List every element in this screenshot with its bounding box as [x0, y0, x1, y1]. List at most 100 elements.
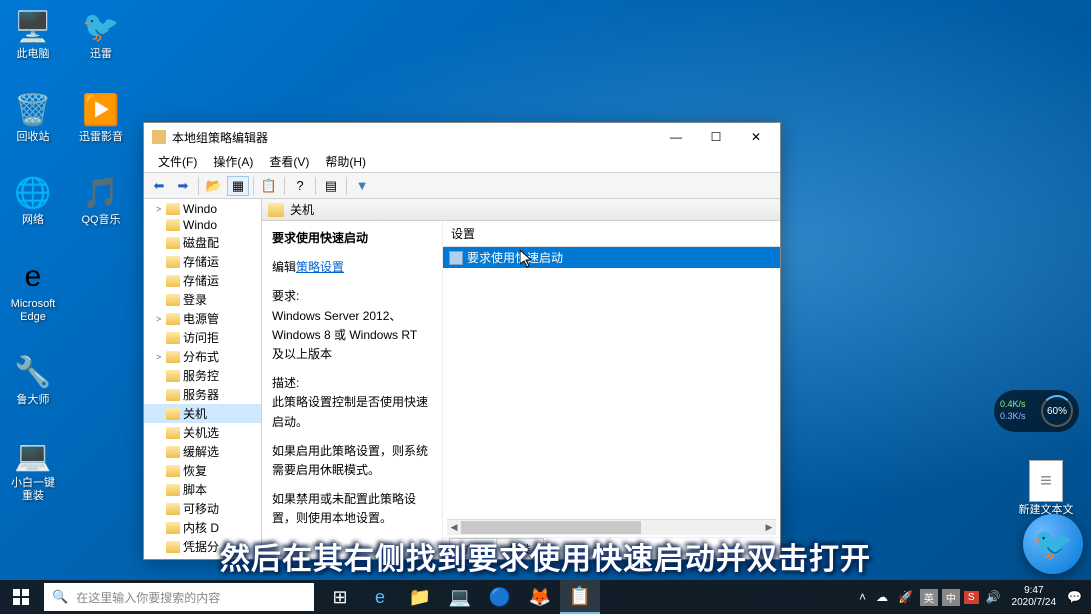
menu-item[interactable]: 操作(A)	[205, 151, 261, 172]
thunder-float-icon[interactable]: 🐦	[1023, 514, 1083, 574]
app-icon: 🖥️	[14, 8, 52, 46]
edit-policy-link[interactable]: 策略设置	[296, 260, 344, 274]
close-button[interactable]: ✕	[736, 124, 776, 150]
tree-item[interactable]: 凭据分	[144, 537, 261, 556]
tree-item[interactable]: 访问拒	[144, 328, 261, 347]
tree-item[interactable]: 存储运	[144, 252, 261, 271]
forward-button[interactable]: ➡	[172, 176, 194, 196]
tree-item[interactable]: 关机	[144, 404, 261, 423]
desktop-icon[interactable]: eMicrosoft Edge	[8, 258, 58, 324]
taskbar-gpedit[interactable]: 📋	[560, 580, 600, 614]
app-icon: ▶️	[82, 91, 120, 129]
list-header[interactable]: 设置	[443, 221, 780, 247]
description-column: 要求使用快速启动 编辑策略设置 要求:Windows Server 2012、W…	[262, 221, 442, 559]
tree-item[interactable]: 服务控	[144, 366, 261, 385]
desktop-icon[interactable]: 🌐网络	[8, 174, 58, 227]
start-button[interactable]	[0, 580, 42, 614]
tray-onedrive-icon[interactable]: ☁	[871, 590, 893, 604]
menu-item[interactable]: 帮助(H)	[317, 151, 374, 172]
desktop-icon[interactable]: 🔧鲁大师	[8, 354, 58, 407]
folder-icon	[166, 408, 180, 420]
expand-icon[interactable]: >	[156, 314, 166, 324]
desktop-icon[interactable]: ▶️迅雷影音	[76, 91, 126, 144]
content-title: 关机	[290, 201, 314, 218]
show-hide-button[interactable]: ▦	[227, 176, 249, 196]
desktop-icon[interactable]: 💻小白一键重装	[8, 437, 58, 503]
tree-pane[interactable]: >WindoWindo磁盘配存储运存储运登录>电源管访问拒>分布式服务控服务器关…	[144, 199, 262, 559]
app-icon: 💻	[14, 437, 52, 475]
tray-chevron-up-icon[interactable]: ˄	[854, 590, 871, 604]
desktop-icon[interactable]: 🐦迅雷	[76, 8, 126, 61]
titlebar[interactable]: 本地组策略编辑器 — ☐ ✕	[144, 123, 780, 151]
desktop-icon[interactable]: 🖥️此电脑	[8, 8, 58, 61]
desktop-icon[interactable]: 🗑️回收站	[8, 91, 58, 144]
folder-icon	[166, 465, 180, 477]
view-tabs: 扩展标准	[443, 537, 780, 559]
desktop-icon[interactable]: 🎵QQ音乐	[76, 174, 126, 227]
tree-item[interactable]: 磁盘配	[144, 233, 261, 252]
taskbar-app3[interactable]: 🦊	[520, 580, 560, 614]
tree-item[interactable]: 脚本	[144, 480, 261, 499]
tray-rocket-icon[interactable]: 🚀	[893, 590, 918, 604]
filter-button[interactable]: ▼	[351, 176, 373, 196]
taskbar-search[interactable]: 🔍 在这里输入你要搜索的内容	[44, 583, 314, 611]
ime-lang1[interactable]: 英	[920, 589, 938, 606]
taskbar-app2[interactable]: 🔵	[480, 580, 520, 614]
folder-icon	[166, 351, 180, 363]
tree-item[interactable]: 可移动	[144, 499, 261, 518]
tree-item[interactable]: 恢复	[144, 461, 261, 480]
folder-icon	[166, 203, 180, 215]
folder-icon	[166, 427, 180, 439]
tree-item[interactable]: >Windo	[144, 201, 261, 217]
scroll-thumb[interactable]	[461, 521, 641, 534]
scroll-right-button[interactable]: ▶	[762, 520, 776, 535]
taskbar-edge[interactable]: e	[360, 580, 400, 614]
horizontal-scrollbar[interactable]: ◀ ▶	[447, 519, 776, 535]
tree-item[interactable]: >分布式	[144, 347, 261, 366]
task-view-button[interactable]: ⊞	[320, 580, 360, 614]
taskbar-explorer[interactable]: 📁	[400, 580, 440, 614]
textfile-icon: ≡	[1029, 460, 1063, 502]
tree-item[interactable]: 服务器	[144, 385, 261, 404]
folder-icon	[166, 313, 180, 325]
tree-item[interactable]: Windo	[144, 217, 261, 233]
back-button[interactable]: ⬅	[148, 176, 170, 196]
tree-item[interactable]: >电源管	[144, 309, 261, 328]
properties-button[interactable]: ▤	[320, 176, 342, 196]
folder-icon	[166, 332, 180, 344]
taskbar-app1[interactable]: 💻	[440, 580, 480, 614]
folder-icon	[166, 503, 180, 515]
minimize-button[interactable]: —	[656, 124, 696, 150]
expand-icon[interactable]: >	[156, 204, 166, 214]
ime-lang2[interactable]: 中	[942, 589, 960, 606]
app-icon: 🐦	[82, 8, 120, 46]
tree-item[interactable]: 关机选	[144, 423, 261, 442]
maximize-button[interactable]: ☐	[696, 124, 736, 150]
refresh-button[interactable]: ?	[289, 176, 311, 196]
tree-item[interactable]: 存储运	[144, 271, 261, 290]
view-tab[interactable]: 标准	[496, 538, 544, 559]
taskbar-clock[interactable]: 9:47 2020/7/24	[1006, 585, 1063, 609]
list-item-fastboot[interactable]: 要求使用快速启动	[443, 247, 780, 268]
up-button[interactable]: 📂	[203, 176, 225, 196]
network-monitor-widget[interactable]: 0.4K/s 0.3K/s 60%	[994, 390, 1079, 432]
folder-icon	[166, 370, 180, 382]
tree-item[interactable]: >区域设	[144, 556, 261, 559]
tree-item[interactable]: 内核 D	[144, 518, 261, 537]
tree-item[interactable]: 缓解选	[144, 442, 261, 461]
folder-icon	[166, 275, 180, 287]
tray-volume-icon[interactable]: 🔊	[981, 590, 1006, 604]
menu-item[interactable]: 文件(F)	[150, 151, 205, 172]
tree-item[interactable]: 登录	[144, 290, 261, 309]
view-tab[interactable]: 扩展	[449, 538, 497, 559]
notifications-button[interactable]: 💬	[1062, 590, 1087, 604]
folder-icon	[268, 203, 284, 217]
menu-item[interactable]: 查看(V)	[261, 151, 317, 172]
ime-sougou[interactable]: S	[964, 591, 979, 604]
expand-icon[interactable]: >	[156, 352, 166, 362]
scroll-left-button[interactable]: ◀	[447, 520, 461, 535]
export-button[interactable]: 📋	[258, 176, 280, 196]
folder-icon	[166, 219, 180, 231]
policy-name: 要求使用快速启动	[272, 229, 432, 248]
menubar: 文件(F)操作(A)查看(V)帮助(H)	[144, 151, 780, 173]
